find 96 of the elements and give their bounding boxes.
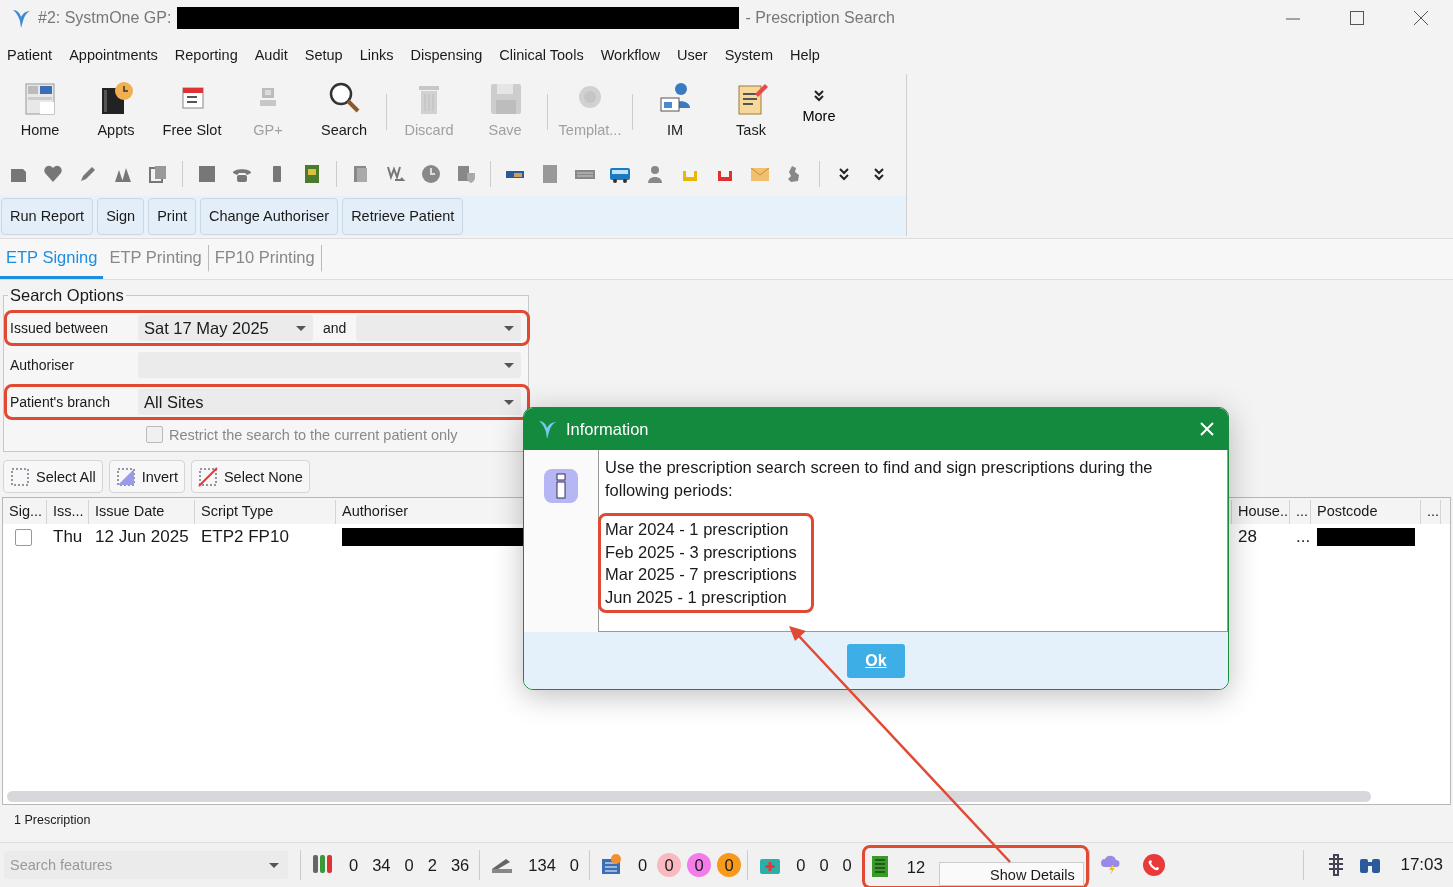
home-icon[interactable] <box>22 80 58 116</box>
clock-time: 17:03 <box>1400 855 1443 875</box>
shield-document-icon[interactable] <box>455 163 477 185</box>
selection-button[interactable]: Select All <box>3 460 103 493</box>
counter[interactable]: 0 <box>569 855 579 875</box>
menu-item[interactable]: Appointments <box>69 47 158 63</box>
menu-item[interactable]: Help <box>789 47 820 63</box>
column-header[interactable]: ... <box>1290 500 1311 524</box>
column-header[interactable]: Iss... <box>47 500 89 524</box>
caret-icon[interactable] <box>295 323 307 333</box>
field-label: Issued between <box>10 320 110 336</box>
action-button[interactable]: Retrieve Patient <box>342 197 464 235</box>
caret-icon[interactable] <box>503 323 515 333</box>
period-line: Mar 2024 - 1 prescription <box>605 519 790 540</box>
menu-item[interactable]: Reporting <box>174 47 238 63</box>
period-line: Feb 2025 - 3 prescriptions <box>605 541 797 563</box>
counter[interactable]: 34 <box>372 855 391 875</box>
toolbar-button[interactable]: Appts <box>78 80 154 138</box>
menu-item[interactable]: Dispensing <box>410 47 483 63</box>
toolbar-button[interactable]: Home <box>2 80 78 138</box>
clock-icon[interactable] <box>420 163 442 185</box>
counter[interactable]: 134 <box>528 855 556 875</box>
table-cell: 12 Jun 2025 <box>95 527 189 546</box>
counter[interactable]: 2 <box>427 855 437 875</box>
count-badge[interactable]: 0 <box>687 853 712 877</box>
period-line: Mar 2025 - 7 prescriptions <box>605 564 797 585</box>
dashed-square-icon[interactable] <box>10 466 30 487</box>
counter[interactable]: 0 <box>819 855 829 875</box>
date-dropdown[interactable]: Sat 17 May 2025 <box>138 315 313 341</box>
row-checkbox[interactable] <box>15 528 32 546</box>
period-line: Jun 2025 - 1 prescription <box>605 586 788 608</box>
column-header[interactable]: Sig... <box>3 500 47 524</box>
column-header[interactable]: Script Type <box>195 500 336 524</box>
counter[interactable]: 0 <box>638 855 648 875</box>
field-label: Authoriser <box>10 357 75 373</box>
count-badge[interactable]: 0 <box>657 853 682 877</box>
tooltip: Show Details <box>939 862 1084 886</box>
toolbar-button[interactable]: Search <box>306 80 382 138</box>
dropdown[interactable]: All Sites <box>138 389 521 415</box>
toolbar-button[interactable]: IM <box>637 80 713 138</box>
table-cell: ETP2 FP10 <box>201 527 289 546</box>
field-label: Patient's branch <box>10 394 111 410</box>
selection-button[interactable]: Select None <box>190 460 310 493</box>
half-filled-square-icon[interactable] <box>115 466 136 487</box>
caret-icon[interactable] <box>268 861 280 870</box>
crossed-square-icon[interactable] <box>197 466 218 487</box>
counter[interactable]: 36 <box>450 855 470 875</box>
column-header[interactable]: ... <box>1421 500 1441 524</box>
counter[interactable]: 0 <box>842 855 852 875</box>
window-title-suffix: - Prescription Search <box>745 9 895 27</box>
toolbar-button[interactable]: Task <box>713 80 789 138</box>
close-icon[interactable] <box>1198 420 1216 438</box>
column-header[interactable]: Postcode <box>1311 500 1421 524</box>
action-button[interactable]: Sign <box>97 197 145 235</box>
toolbar-button[interactable]: Free Slot <box>154 80 230 138</box>
search-field[interactable]: Search features <box>4 851 288 879</box>
column-header[interactable]: House... <box>1232 500 1290 524</box>
menu-item[interactable]: Patient <box>7 47 53 63</box>
menu-item[interactable]: User <box>677 47 708 63</box>
menu-item[interactable]: Links <box>359 47 394 63</box>
dialog-message: Use the prescription search screen to find and sign prescriptions during the following periods: <box>605 457 1154 501</box>
table-cell: 28 <box>1238 527 1257 546</box>
checkbox-label: Restrict the search to the current patient only <box>169 426 458 443</box>
counter[interactable]: 12 <box>906 857 926 877</box>
count-badge[interactable]: 0 <box>717 853 742 877</box>
phone-blocked-icon[interactable] <box>1141 853 1166 877</box>
dialog-title: Information <box>566 419 649 439</box>
action-button[interactable]: Run Report <box>1 197 94 235</box>
field-label: and <box>322 320 348 336</box>
column-header[interactable]: Issue Date <box>89 500 195 524</box>
chevron-down-icon[interactable] <box>811 88 827 104</box>
panel-title: Search Options <box>9 286 125 305</box>
copy-icon[interactable] <box>147 163 169 185</box>
menu-item[interactable]: Clinical Tools <box>499 47 584 63</box>
more-button[interactable]: More <box>789 80 849 124</box>
menu-item[interactable]: Workflow <box>600 47 660 63</box>
action-button[interactable]: Change Authoriser <box>200 197 339 235</box>
record-count: 1 Prescription <box>14 813 91 827</box>
calendar-grid-icon[interactable] <box>600 853 624 877</box>
counter[interactable]: 0 <box>404 855 414 875</box>
scrollbar[interactable] <box>7 791 1371 802</box>
selection-button[interactable]: Invert <box>108 460 185 493</box>
menu-item[interactable]: Audit <box>254 47 288 63</box>
caret-icon[interactable] <box>503 360 515 370</box>
counter[interactable]: 0 <box>796 855 806 875</box>
menu-item[interactable]: Setup <box>304 47 343 63</box>
maximize-icon[interactable] <box>1347 8 1367 28</box>
table-cell: ... <box>1296 527 1311 546</box>
action-button[interactable]: Print <box>148 197 196 235</box>
menu-item[interactable]: System <box>724 47 773 63</box>
caret-icon[interactable] <box>503 397 515 407</box>
info-icon <box>543 468 579 504</box>
counter[interactable]: 0 <box>349 855 359 875</box>
close-icon[interactable] <box>1411 8 1431 28</box>
window-title: #2: SystmOne GP: <box>38 9 172 27</box>
table-cell: Thu <box>53 527 83 546</box>
